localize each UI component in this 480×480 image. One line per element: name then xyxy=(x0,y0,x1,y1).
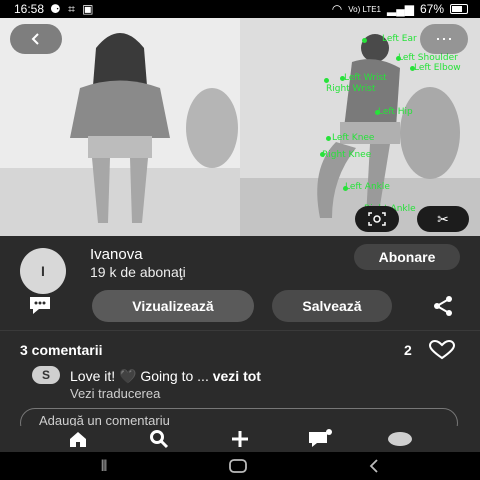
tab-home[interactable] xyxy=(58,428,98,450)
network-label: Vo) LTE1 xyxy=(348,4,381,14)
back-nav-icon xyxy=(369,459,378,473)
like-button[interactable] xyxy=(428,339,456,360)
more-options-button[interactable]: ⋯ xyxy=(420,24,468,54)
recent-apps-icon: ⦀ xyxy=(100,457,108,475)
bottom-tab-bar xyxy=(0,426,480,452)
cutout-button[interactable]: ✂ xyxy=(417,206,469,232)
status-bar: 16:58 ⚈ ⌗ ▣ ◠ Vo) LTE1 ▂▄▆ 67% xyxy=(0,0,480,18)
pose-label-left-hip: Left Hip xyxy=(378,107,413,117)
pose-label-left-elbow: Left Elbow xyxy=(414,63,461,73)
comment-text: Love it! 🖤 Going to ... vezi tot xyxy=(70,368,261,385)
pin-details-panel: I Ivanova 19 k de abonaţi Abonare Vizual… xyxy=(0,236,480,438)
comments-count: 3 comentarii xyxy=(20,342,103,358)
pose-label-left-ear: Left Ear xyxy=(382,34,417,44)
system-nav-bar: ⦀ xyxy=(0,452,480,480)
home-icon xyxy=(70,432,86,447)
pose-keypoint xyxy=(362,38,367,43)
commenter-avatar[interactable]: S xyxy=(32,366,60,384)
signal-icon: ▂▄▆ xyxy=(387,2,414,16)
recent-apps-button[interactable]: ⦀ xyxy=(84,456,124,476)
speech-bubble-icon xyxy=(30,297,50,314)
pose-label-right-wrist: Right Wrist xyxy=(326,84,376,94)
pose-label-left-ankle: Left Ankle xyxy=(345,182,390,192)
battery-percent: 67% xyxy=(419,2,444,16)
scissors-icon: ✂ xyxy=(437,210,449,227)
tab-search[interactable] xyxy=(139,428,179,450)
wifi-icon: ◠ xyxy=(331,2,343,16)
battery-icon xyxy=(450,4,468,14)
pose-keypoint xyxy=(326,136,331,141)
pose-keypoint xyxy=(324,78,329,83)
follower-count: 19 k de abonaţi xyxy=(90,264,186,280)
comment-button[interactable] xyxy=(20,290,60,320)
pose-label-left-knee: Left Knee xyxy=(332,133,375,143)
tab-messages[interactable] xyxy=(300,428,340,450)
home-nav-button[interactable] xyxy=(218,456,258,476)
translate-link[interactable]: Vezi traducerea xyxy=(70,386,160,401)
lens-icon xyxy=(368,212,386,226)
more-icon: ⋯ xyxy=(435,28,453,49)
author-avatar[interactable]: I xyxy=(20,248,66,294)
heart-icon xyxy=(428,339,456,360)
back-nav-button[interactable] xyxy=(354,456,394,476)
tab-create[interactable] xyxy=(220,428,260,450)
search-icon xyxy=(150,430,169,449)
comment-body: Love it! 🖤 Going to ... xyxy=(70,368,213,384)
pose-label-right-knee: Right Knee xyxy=(322,150,372,160)
save-button[interactable]: Salvează xyxy=(272,290,392,322)
divider xyxy=(0,330,480,331)
profile-icon xyxy=(388,432,412,446)
pose-label-left-wrist: Left Wrist xyxy=(344,73,387,83)
tab-profile[interactable] xyxy=(380,428,420,450)
home-nav-icon xyxy=(229,459,247,473)
share-icon xyxy=(434,296,452,316)
follow-button[interactable]: Abonare xyxy=(354,244,460,270)
notification-icons: ⚈ ⌗ ▣ xyxy=(50,2,96,16)
view-button[interactable]: Vizualizează xyxy=(92,290,254,322)
plus-icon xyxy=(232,431,248,447)
status-time: 16:58 xyxy=(14,2,45,16)
author-name[interactable]: Ivanova xyxy=(90,246,143,263)
status-right: ◠ Vo) LTE1 ▂▄▆ 67% xyxy=(332,2,468,16)
chat-icon xyxy=(309,429,332,447)
share-button[interactable] xyxy=(428,292,458,320)
pin-image[interactable]: Left Ear Left Shoulder Left Elbow Left W… xyxy=(0,18,480,236)
like-count: 2 xyxy=(404,342,412,358)
back-button[interactable] xyxy=(10,24,62,54)
see-all-link[interactable]: vezi tot xyxy=(213,368,261,384)
visual-search-button[interactable] xyxy=(355,206,399,232)
pose-label-left-shoulder: Left Shoulder xyxy=(398,53,458,63)
chevron-left-icon xyxy=(31,33,39,45)
